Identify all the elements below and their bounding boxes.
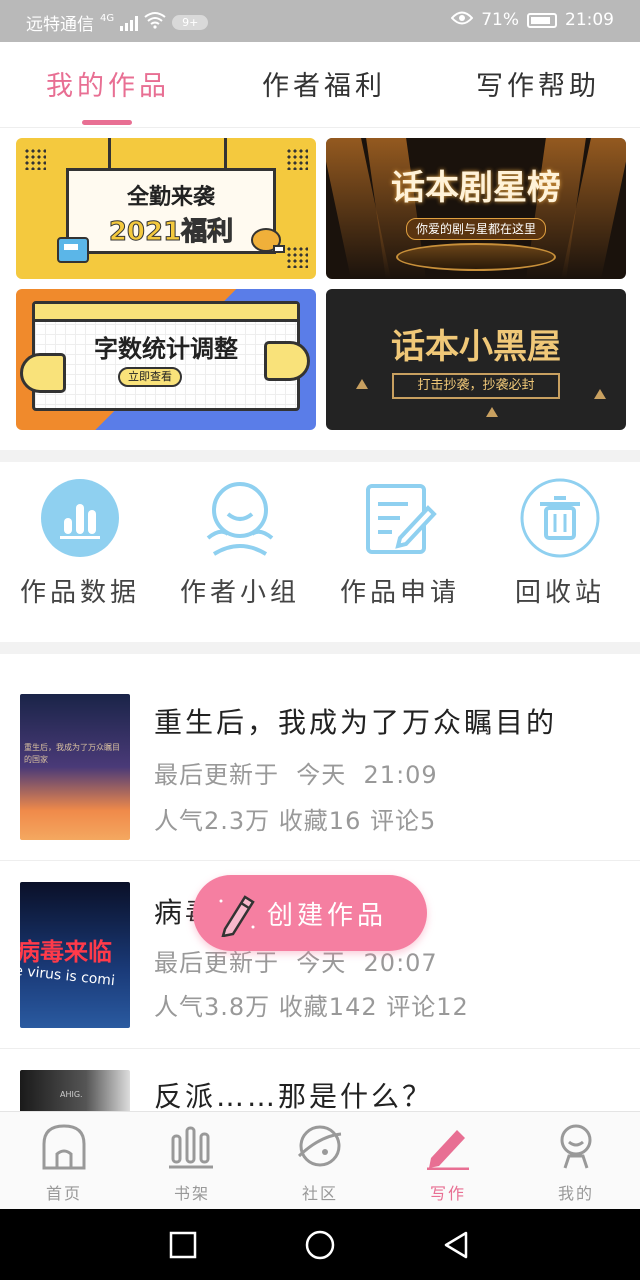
megaphone-icon (264, 341, 310, 381)
hanging-rope (224, 138, 227, 170)
carrier-name: 远特通信 (26, 15, 94, 35)
cover-text: 病毒来临 (20, 938, 112, 966)
quick-action-work-application[interactable]: 作品申请 (320, 478, 480, 618)
create-work-button[interactable]: 创建作品 (193, 875, 427, 951)
banner-subtitle: 你爱的剧与星都在这里 (406, 218, 546, 240)
updated-prefix: 最后更新于 (154, 949, 279, 977)
notification-badge: 9+ (172, 15, 209, 30)
dots-decoration (286, 246, 308, 268)
updated-prefix: 最后更新于 (154, 761, 279, 789)
quick-action-label: 作品申请 (339, 578, 460, 608)
banner-word-count-adjust[interactable]: 字数统计调整 立即查看 (16, 289, 316, 430)
chicken-leg-icon (251, 228, 285, 253)
profile-icon (560, 1124, 592, 1169)
create-button-label: 创建作品 (267, 901, 388, 931)
quick-action-label: 回收站 (514, 578, 605, 608)
section-divider (0, 642, 640, 654)
work-item[interactable]: AHIG. 反派……那是什么？ (0, 1049, 640, 1111)
planet-icon (297, 1125, 342, 1167)
triangle-decoration (594, 389, 606, 399)
megaphone-icon (20, 353, 66, 393)
quick-action-work-data[interactable]: 作品数据 (0, 478, 160, 618)
eye-icon (450, 10, 474, 30)
banner-title: 话本剧星榜 (391, 168, 561, 208)
work-stats: 人气2.3万 收藏16 评论5 (154, 807, 437, 835)
nav-bookshelf[interactable]: 书架 (128, 1122, 256, 1204)
edit-document-icon (360, 478, 440, 558)
bottom-nav: 首页 书架 社区 写作 我的 (0, 1111, 640, 1209)
home-icon (42, 1124, 86, 1170)
banner-line1: 全勤来袭 (126, 185, 215, 210)
trash-icon (520, 478, 600, 558)
view-now-button[interactable]: 立即查看 (118, 367, 182, 387)
dots-decoration (24, 148, 46, 170)
banner-blacklist-room[interactable]: 话本小黑屋 打击抄袭，抄袭必封 (326, 289, 626, 430)
wifi-icon (144, 11, 166, 34)
book-icon (57, 237, 89, 263)
stage-platform (396, 243, 556, 271)
nav-label: 写作 (429, 1184, 466, 1203)
tab-indicator (82, 120, 132, 125)
cover-text: AHIG. (60, 1090, 83, 1099)
tab-my-works[interactable]: 我的作品 (46, 64, 170, 103)
bar-chart-icon (40, 478, 120, 558)
pen-icon (219, 895, 255, 937)
banner-sign: 全勤来袭 2021福利 (66, 168, 276, 254)
pen-icon (427, 1130, 469, 1171)
triangle-decoration (356, 379, 368, 389)
back-button[interactable] (440, 1229, 472, 1261)
work-cover: AHIG. (20, 1070, 130, 1111)
quick-action-label: 作品数据 (19, 578, 140, 608)
nav-community[interactable]: 社区 (256, 1122, 384, 1204)
quick-action-author-group[interactable]: 作者小组 (160, 478, 320, 618)
nav-label: 我的 (557, 1184, 594, 1203)
tab-author-benefits[interactable]: 作者福利 (262, 64, 386, 103)
home-button[interactable] (304, 1229, 336, 1261)
nav-label: 首页 (45, 1184, 82, 1203)
quick-action-label: 作者小组 (179, 578, 300, 608)
top-tabs: 我的作品 作者福利 写作帮助 (0, 42, 640, 128)
signal-icon (120, 15, 139, 31)
network-type: 4G (100, 13, 115, 24)
work-title: 反派……那是什么？ (154, 1080, 434, 1111)
updated-day: 今天 (296, 761, 347, 789)
updated-day: 今天 (296, 949, 347, 977)
banner-subtitle: 打击抄袭，抄袭必封 (392, 373, 560, 399)
work-cover: 重生后，我成为了万众瞩目的国家 (20, 694, 130, 840)
banner-title: 话本小黑屋 (391, 327, 561, 367)
work-title: 重生后，我成为了万众瞩目的 (154, 706, 558, 739)
dots-decoration (286, 148, 308, 170)
work-item[interactable]: 重生后，我成为了万众瞩目的国家 重生后，我成为了万众瞩目的 最后更新于 今天 2… (0, 673, 640, 861)
system-nav-bar (0, 1209, 640, 1280)
banner-line2: 2021福利 (108, 217, 234, 248)
quick-action-recycle-bin[interactable]: 回收站 (480, 478, 640, 618)
battery-percent: 71% (481, 10, 519, 30)
recent-apps-button[interactable] (167, 1229, 199, 1261)
nav-label: 书架 (173, 1184, 210, 1203)
updated-time: 20:07 (363, 949, 438, 977)
work-updated: 最后更新于 今天 21:09 (154, 755, 438, 790)
nav-profile[interactable]: 我的 (512, 1122, 640, 1204)
triangle-decoration (486, 407, 498, 417)
updated-time: 21:09 (363, 761, 438, 789)
banner-drama-star-ranking[interactable]: 话本剧星榜 你爱的剧与星都在这里 (326, 138, 626, 279)
nav-label: 社区 (301, 1184, 338, 1203)
banner-attendance-bonus[interactable]: 全勤来袭 2021福利 (16, 138, 316, 279)
status-bar: 远特通信 4G 9+ 71% 21:09 (0, 0, 640, 42)
work-stats: 人气3.8万 收藏142 评论12 (154, 993, 469, 1021)
bookshelf-icon (169, 1126, 213, 1169)
group-icon (200, 478, 280, 558)
work-cover: 病毒来临 e virus is comi (20, 882, 130, 1028)
nav-home[interactable]: 首页 (0, 1122, 128, 1204)
battery-icon (527, 12, 557, 28)
cover-text: 重生后，我成为了万众瞩目的国家 (24, 743, 120, 764)
hanging-rope (108, 138, 111, 170)
tab-writing-help[interactable]: 写作帮助 (476, 64, 600, 103)
section-divider (0, 450, 640, 462)
clock: 21:09 (565, 10, 614, 30)
nav-write[interactable]: 写作 (384, 1122, 512, 1204)
